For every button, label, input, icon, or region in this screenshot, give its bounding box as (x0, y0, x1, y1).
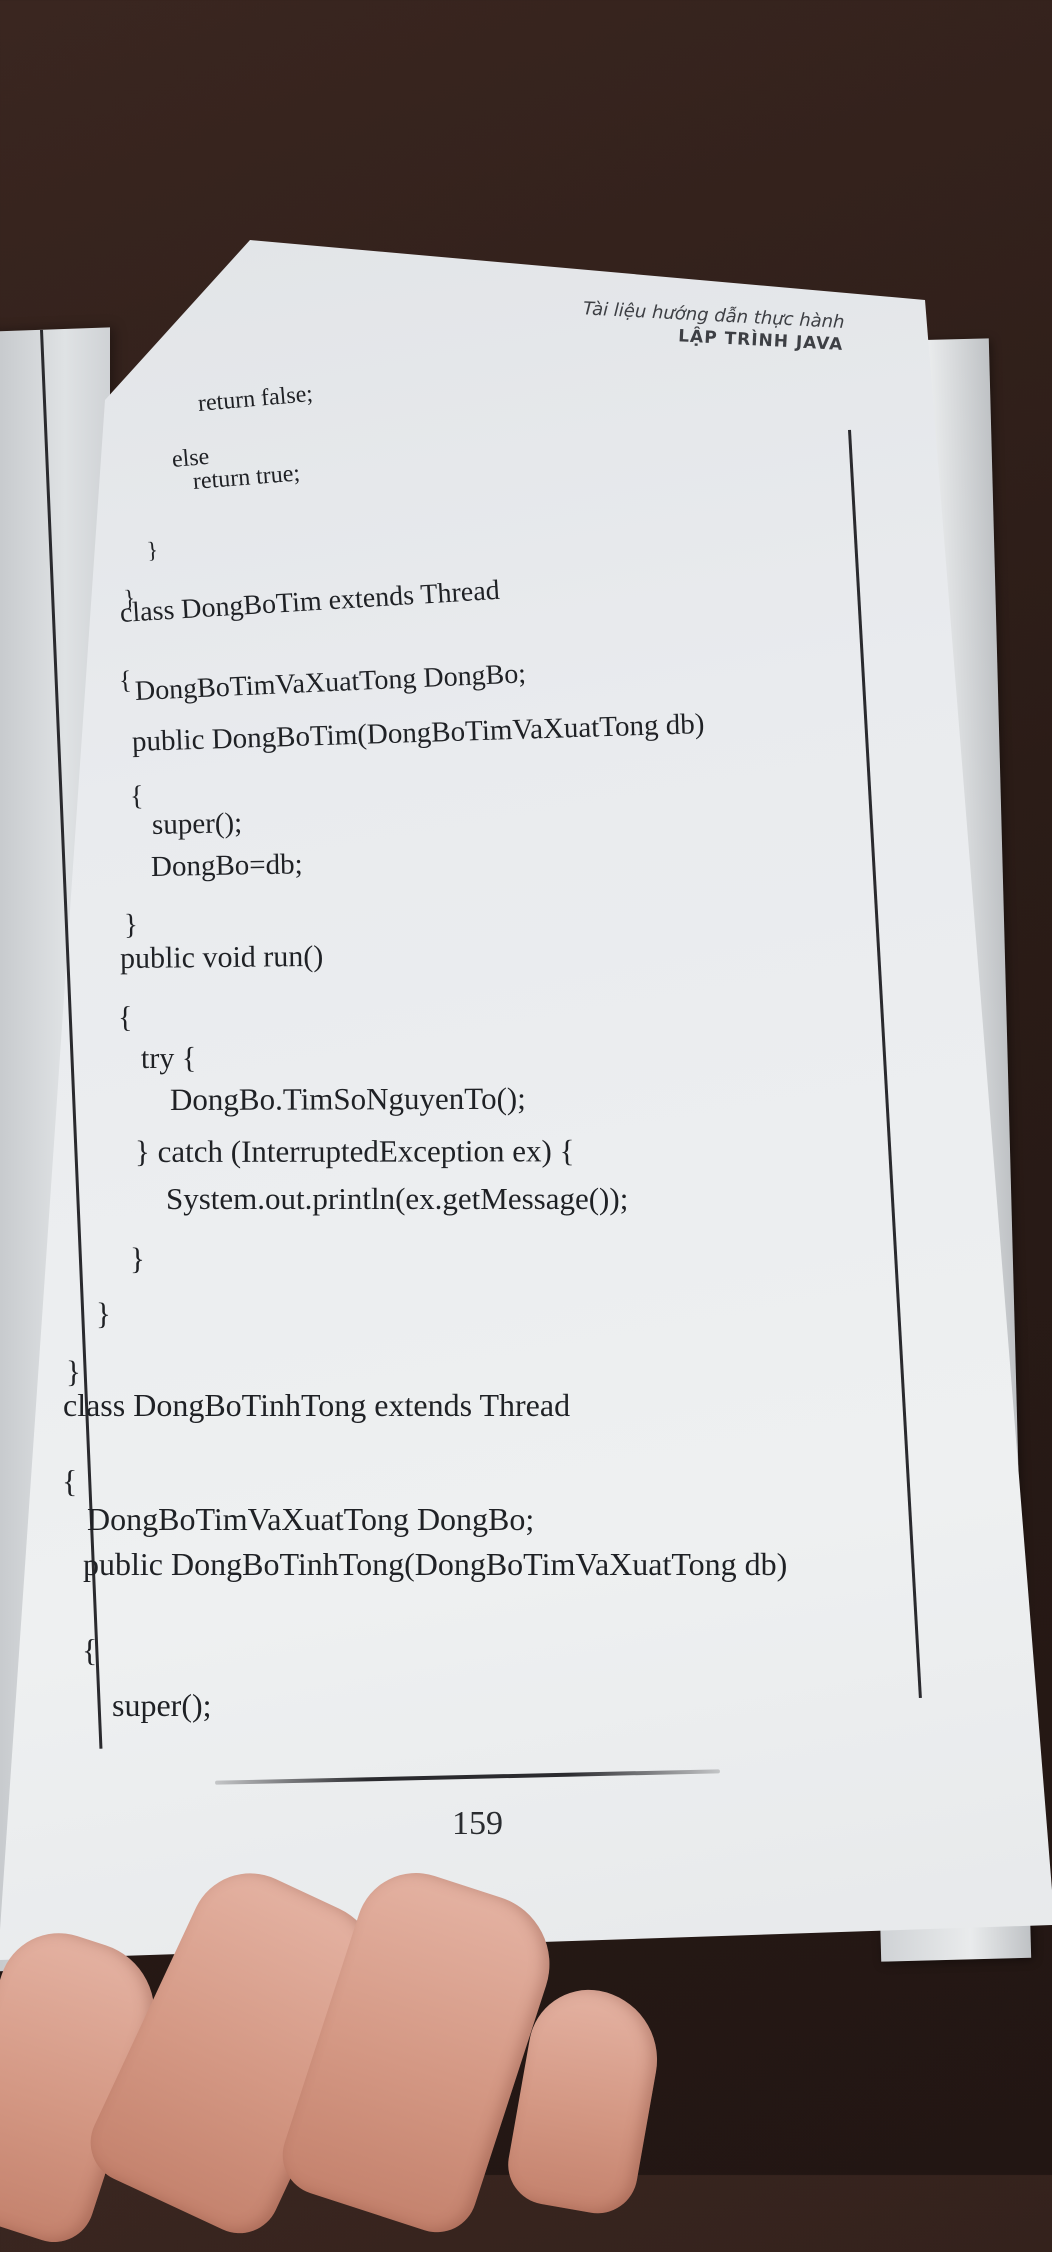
code-line: { (82, 1632, 98, 1668)
code-line: } (123, 908, 139, 941)
code-line: { (129, 780, 144, 812)
code-line: super(); (151, 807, 243, 841)
code-line: } catch (InterruptedException ex) { (134, 1133, 575, 1169)
code-line: } (130, 1241, 145, 1276)
code-line: DongBo.TimSoNguyenTo(); (169, 1080, 526, 1117)
code-line: { (118, 665, 133, 695)
code-line: } (66, 1354, 81, 1389)
page-number: 159 (452, 1805, 503, 1842)
code-line: System.out.println(ex.getMessage()); (166, 1181, 629, 1216)
code-line: super(); (112, 1687, 212, 1723)
code-line: try { (140, 1041, 197, 1075)
code-line: { (117, 1000, 133, 1034)
code-line: DongBoTimVaXuatTong DongBo; (87, 1501, 535, 1537)
book-page (0, 240, 1052, 1960)
code-line: { (62, 1463, 78, 1499)
code-line: } (146, 537, 159, 563)
code-line: class DongBoTinhTong extends Thread (63, 1387, 571, 1423)
code-line: public DongBoTinhTong(DongBoTimVaXuatTon… (83, 1546, 788, 1582)
code-line: public void run() (119, 939, 324, 975)
code-line: DongBo=db; (150, 848, 303, 883)
code-line: } (96, 1296, 111, 1331)
